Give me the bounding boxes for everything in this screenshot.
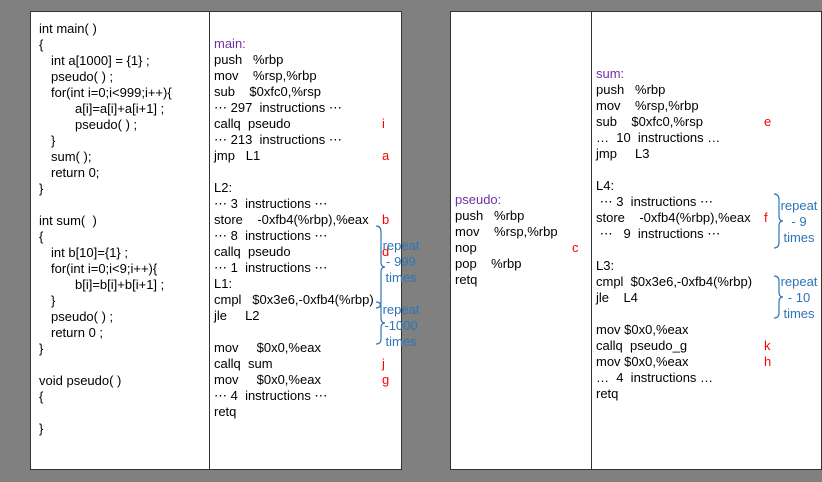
left-code-panel: int main( ){int a[1000] = {1} ; pseudo( )… — [30, 11, 419, 470]
c-code-line: } — [39, 181, 44, 196]
sum-asm-line: store -0xfb4(%rbp),%eax — [596, 210, 751, 225]
main-asm-line: mov $0x0,%eax — [214, 340, 321, 355]
main-asm-line: ⋯ 3 instructions ⋯ — [214, 196, 328, 211]
c-code-line: return 0 ; — [51, 325, 104, 340]
c-code-line: } — [51, 293, 56, 308]
marker-k: k — [764, 338, 771, 353]
main-asm-line: callq pseudo — [214, 244, 291, 259]
sum-asm-line: … 10 instructions … — [596, 130, 721, 145]
c-code-line: int main( ) — [39, 21, 97, 36]
main-asm-line: ⋯ 1 instructions ⋯ — [214, 260, 328, 275]
sum-asm-line: push %rbp — [596, 82, 666, 97]
c-code-line: } — [39, 341, 44, 356]
sum-asm-line: mov $0x0,%eax — [596, 322, 689, 337]
c-code-line: void pseudo( ) — [39, 373, 122, 388]
main-asm-line: sub $0xfc0,%rsp — [214, 84, 321, 99]
right-code-panel: pseudo: push %rbp mov %rsp,%rbp nop c pop %rb… — [450, 11, 822, 470]
c-code-line: } — [39, 421, 44, 436]
pseudo-asm-line: nop — [455, 240, 477, 255]
c-code-line: for(int i=0;i<9;i++){ — [51, 261, 158, 276]
main-asm-line: ⋯ 297 instructions ⋯ — [214, 100, 342, 115]
c-code-line: a[i]=a[i]+a[i+1] ; — [75, 101, 165, 116]
pseudo-asm-line: pseudo: — [455, 192, 502, 207]
c-code-line: } — [51, 133, 56, 148]
main-asm-line: push %rbp — [214, 52, 284, 67]
main-asm-line: store -0xfb4(%rbp),%eax — [214, 212, 369, 227]
sum-asm-line: L4: — [596, 178, 615, 193]
sum-asm-line: L3: — [596, 258, 615, 273]
sum-asm-line: jle L4 — [596, 290, 638, 305]
c-code-line: int b[10]={1} ; — [51, 245, 128, 260]
marker-j: j — [382, 356, 385, 371]
marker-a: a — [382, 148, 390, 163]
marker-e: e — [764, 114, 772, 129]
main-asm-line: callq sum — [214, 356, 273, 371]
main-asm-line: L2: — [214, 180, 233, 195]
c-code-line: pseudo( ) ; — [75, 117, 138, 132]
sum-asm-line: sum: — [596, 66, 625, 81]
annotation-main-l2-loop: repeat - 999 times — [382, 238, 420, 285]
marker-c: c — [572, 240, 579, 255]
main-asm-line: L1: — [214, 276, 233, 291]
pseudo-asm-line: mov %rsp,%rbp — [455, 224, 558, 239]
c-code-line: b[i]=b[i]+b[i+1] ; — [75, 277, 165, 292]
sum-asm-line: sub $0xfc0,%rsp — [596, 114, 703, 129]
pseudo-asm-line: retq — [455, 272, 478, 287]
marker-i: i — [382, 116, 385, 131]
c-code-line: pseudo( ) ; — [51, 69, 114, 84]
main-asm-line: mov %rsp,%rbp — [214, 68, 317, 83]
c-code-line: int sum( ) — [39, 213, 97, 228]
marker-h: h — [764, 354, 772, 369]
c-code-line: pseudo( ) ; — [51, 309, 114, 324]
sum-asm-line: mov %rsp,%rbp — [596, 98, 699, 113]
c-code-line: return 0; — [51, 165, 100, 180]
pseudo-asm-line: push %rbp — [455, 208, 525, 223]
c-code-line: { — [39, 229, 44, 244]
main-asm-line: retq — [214, 404, 237, 419]
c-code-line: { — [39, 389, 44, 404]
annotation-sum-l3-loop: repeat - 10 times — [780, 274, 818, 321]
sum-asm-line: callq pseudo_g — [596, 338, 688, 353]
c-code-line: int a[1000] = {1} ; — [51, 53, 150, 68]
c-code-line: { — [39, 37, 44, 52]
c-code-line: for(int i=0;i<999;i++){ — [51, 85, 172, 100]
sum-asm-line: … 4 instructions … — [596, 370, 714, 385]
main-asm-line: mov $0x0,%eax — [214, 372, 321, 387]
c-code-line: sum( ); — [51, 149, 92, 164]
main-asm-line: main: — [214, 36, 246, 51]
main-asm-line: jmp L1 — [214, 148, 261, 163]
main-asm-line: callq pseudo — [214, 116, 291, 131]
main-asm-line: ⋯ 4 instructions ⋯ — [214, 388, 328, 403]
annotation-main-l1-loop: repeat -1000 times — [382, 302, 420, 349]
sum-asm-line: retq — [596, 386, 619, 401]
sum-asm-line: mov $0x0,%eax — [596, 354, 689, 369]
left-panel-divider — [209, 12, 210, 469]
sum-asm-line: cmpl $0x3e6,-0xfb4(%rbp) — [596, 274, 753, 289]
sum-asm-line: ⋯ 3 instructions ⋯ — [596, 194, 714, 209]
main-asm-line: ⋯ 213 instructions ⋯ — [214, 132, 342, 147]
main-asm-line: cmpl $0x3e6,-0xfb4(%rbp) — [214, 292, 374, 307]
main-asm-line: ⋯ 8 instructions ⋯ — [214, 228, 328, 243]
pseudo-asm-line: pop %rbp — [455, 256, 522, 271]
main-asm-line: jle L2 — [214, 308, 260, 323]
sum-asm-line: ⋯ 9 instructions ⋯ — [596, 226, 721, 241]
marker-g: g — [382, 372, 390, 387]
right-panel-divider — [591, 12, 592, 469]
sum-asm-line: jmp L3 — [596, 146, 650, 161]
marker-f: f — [764, 210, 768, 225]
annotation-sum-l4-loop: repeat - 9 times — [780, 198, 818, 245]
